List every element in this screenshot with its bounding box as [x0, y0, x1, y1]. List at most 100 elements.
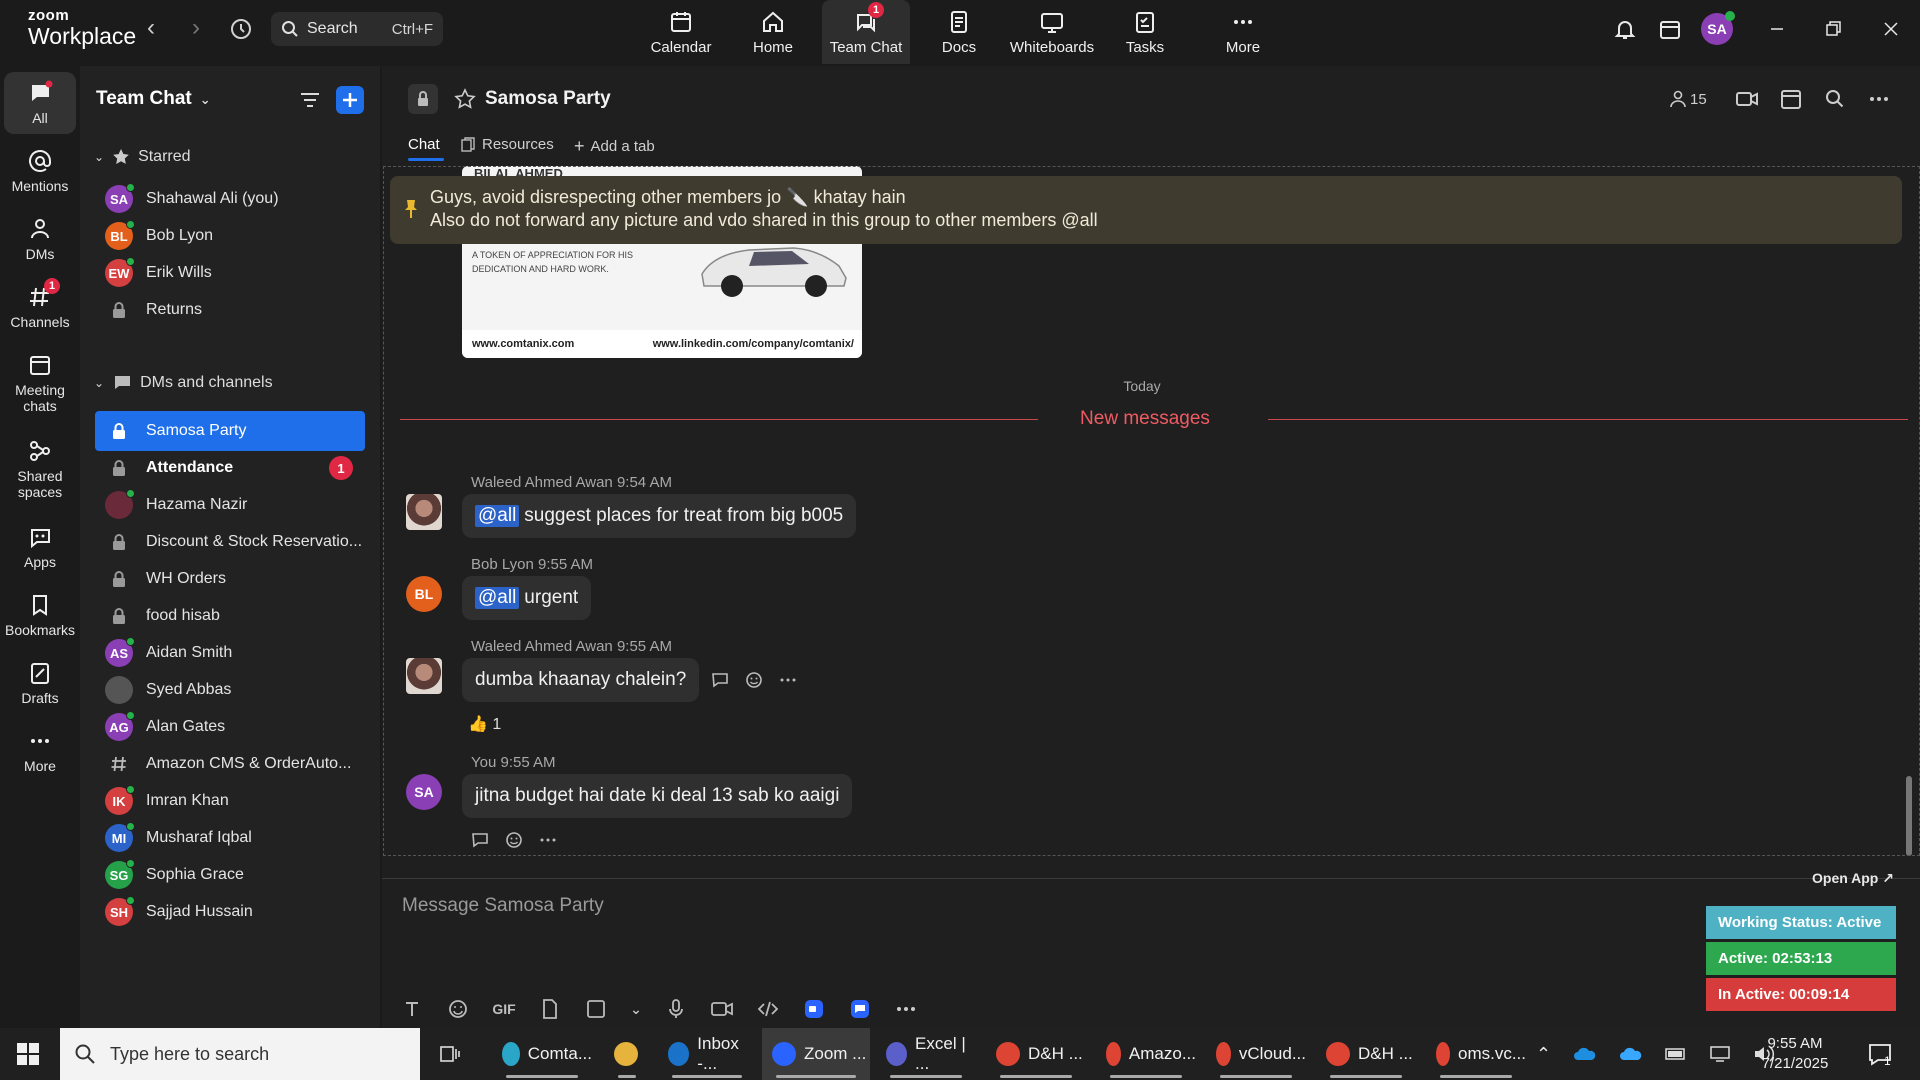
starred-section[interactable]: ⌄ Starred: [94, 148, 191, 166]
pinned-message[interactable]: Guys, avoid disrespecting other members …: [390, 176, 1902, 244]
chat-list-item[interactable]: Samosa Party: [95, 411, 365, 451]
chat-list-item[interactable]: IK Imran Khan: [95, 781, 365, 821]
taskbar-app[interactable]: D&H ...: [986, 1028, 1086, 1080]
taskbar-app[interactable]: [604, 1028, 650, 1080]
taskbar-app[interactable]: Excel | ...: [876, 1028, 976, 1080]
message-bubble[interactable]: @all suggest places for treat from big b…: [462, 494, 857, 538]
mention-tag[interactable]: @all: [475, 505, 520, 527]
minimize-icon[interactable]: [1762, 14, 1792, 44]
message-bubble[interactable]: dumba khaanay chalein?: [462, 658, 700, 702]
chat-list-item[interactable]: MI Musharaf Iqbal: [95, 818, 365, 858]
message-bubble[interactable]: jitna budget hai date ki deal 13 sab ko …: [462, 774, 853, 818]
taskbar-app[interactable]: Comta...: [492, 1028, 592, 1080]
chat-list-item[interactable]: food hisab: [95, 596, 365, 636]
tab-add[interactable]: + Add a tab: [574, 136, 655, 157]
emoji-icon[interactable]: [446, 997, 470, 1021]
more-dots-icon[interactable]: [778, 670, 798, 690]
search-input[interactable]: Search Ctrl+F: [271, 12, 443, 46]
battery-icon[interactable]: [1665, 1046, 1687, 1062]
rail-all[interactable]: All: [4, 72, 76, 134]
tab-chat[interactable]: Chat: [408, 136, 440, 153]
video-icon[interactable]: [1734, 86, 1760, 112]
format-text-icon[interactable]: [400, 997, 424, 1021]
star-outline-icon[interactable]: [454, 88, 476, 110]
reply-icon[interactable]: [710, 670, 730, 690]
chat-app-icon[interactable]: [848, 997, 872, 1021]
chat-list-item[interactable]: Attendance 1: [95, 448, 365, 488]
close-icon[interactable]: [1876, 14, 1906, 44]
nav-docs[interactable]: Docs: [924, 0, 994, 64]
windows-start-icon[interactable]: [16, 1042, 40, 1066]
add-reaction-icon[interactable]: [504, 830, 524, 850]
file-icon[interactable]: [538, 997, 562, 1021]
bell-icon[interactable]: [1612, 16, 1638, 42]
user-avatar[interactable]: SA: [1701, 11, 1735, 45]
gif-icon[interactable]: GIF: [492, 997, 516, 1021]
taskbar-clock[interactable]: 9:55 AM 7/21/2025: [1740, 1034, 1850, 1074]
rail-bookmarks[interactable]: Bookmarks: [4, 592, 76, 638]
reaction-thumbs-up[interactable]: 👍 1: [468, 714, 501, 734]
task-view-icon[interactable]: [438, 1042, 462, 1066]
notification-center-icon[interactable]: 1: [1866, 1040, 1894, 1068]
chat-list-item[interactable]: SH Sajjad Hussain: [95, 892, 365, 932]
mention-tag[interactable]: @all: [475, 587, 520, 609]
taskbar-app[interactable]: Amazo...: [1096, 1028, 1196, 1080]
panel-title[interactable]: Team Chat ⌄: [96, 88, 211, 110]
chat-list-item[interactable]: Amazon CMS & OrderAuto...: [95, 744, 365, 784]
calendar-status-icon[interactable]: [1657, 16, 1683, 42]
forward-arrow-icon[interactable]: ›: [185, 16, 207, 40]
chat-list-item[interactable]: Syed Abbas: [95, 670, 365, 710]
sender-avatar[interactable]: [406, 658, 442, 694]
rail-channels[interactable]: Channels 1: [4, 278, 76, 330]
sender-avatar[interactable]: [406, 494, 442, 530]
nav-calendar[interactable]: Calendar: [646, 0, 716, 64]
chevron-down-icon[interactable]: ⌄: [630, 997, 642, 1021]
history-icon[interactable]: [228, 16, 254, 42]
chat-list-item[interactable]: Hazama Nazir: [95, 485, 365, 525]
microphone-icon[interactable]: [664, 997, 688, 1021]
sender-avatar[interactable]: SA: [406, 774, 442, 810]
rail-meeting-chats[interactable]: Meeting chats: [4, 352, 76, 414]
chat-list-item[interactable]: AS Aidan Smith: [95, 633, 365, 673]
chat-list-item[interactable]: BL Bob Lyon: [95, 216, 365, 256]
nav-team-chat[interactable]: Team Chat 1: [822, 0, 910, 64]
more-dots-icon[interactable]: [538, 830, 558, 850]
onedrive-business-icon[interactable]: [1619, 1046, 1643, 1062]
open-app-link[interactable]: Open App ↗: [1812, 870, 1894, 887]
members-button[interactable]: 15: [1670, 90, 1707, 108]
rail-apps[interactable]: Apps: [4, 524, 76, 570]
chat-list-item[interactable]: SG Sophia Grace: [95, 855, 365, 895]
search-chat-icon[interactable]: [1822, 86, 1848, 112]
dms-channels-section[interactable]: ⌄ DMs and channels: [94, 374, 273, 392]
rail-drafts[interactable]: Drafts: [4, 660, 76, 706]
nav-tasks[interactable]: Tasks: [1110, 0, 1180, 64]
chevron-up-icon[interactable]: ⌃: [1536, 1044, 1551, 1065]
video-message-icon[interactable]: [710, 997, 734, 1021]
rail-more[interactable]: More: [4, 728, 76, 774]
nav-whiteboards[interactable]: Whiteboards: [1006, 0, 1098, 64]
code-snippet-icon[interactable]: [756, 997, 780, 1021]
chat-list-item[interactable]: WH Orders: [95, 559, 365, 599]
sender-avatar[interactable]: BL: [406, 576, 442, 612]
taskbar-app[interactable]: oms.vc...: [1426, 1028, 1526, 1080]
onedrive-icon[interactable]: [1573, 1046, 1597, 1062]
chat-list-item[interactable]: AG Alan Gates: [95, 707, 365, 747]
taskbar-app[interactable]: D&H ...: [1316, 1028, 1416, 1080]
rail-dms[interactable]: DMs: [4, 216, 76, 262]
new-chat-button[interactable]: [336, 86, 364, 114]
network-icon[interactable]: [1709, 1045, 1731, 1063]
back-arrow-icon[interactable]: ‹: [140, 16, 162, 40]
taskbar-app[interactable]: Inbox -...: [658, 1028, 756, 1080]
chat-list-item[interactable]: SA Shahawal Ali (you): [95, 179, 365, 219]
nav-more[interactable]: More: [1208, 0, 1278, 64]
chat-list-item[interactable]: Returns: [95, 290, 365, 330]
message-input[interactable]: Message Samosa Party: [402, 895, 604, 917]
taskbar-app[interactable]: Zoom ...: [762, 1028, 870, 1080]
taskbar-app[interactable]: vCloud...: [1206, 1028, 1306, 1080]
message-bubble[interactable]: @all urgent: [462, 576, 592, 620]
filter-icon[interactable]: [298, 88, 322, 112]
screenshot-icon[interactable]: [584, 997, 608, 1021]
taskbar-search-input[interactable]: Type here to search: [60, 1028, 420, 1080]
nav-home[interactable]: Home: [738, 0, 808, 64]
reply-icon[interactable]: [470, 830, 490, 850]
